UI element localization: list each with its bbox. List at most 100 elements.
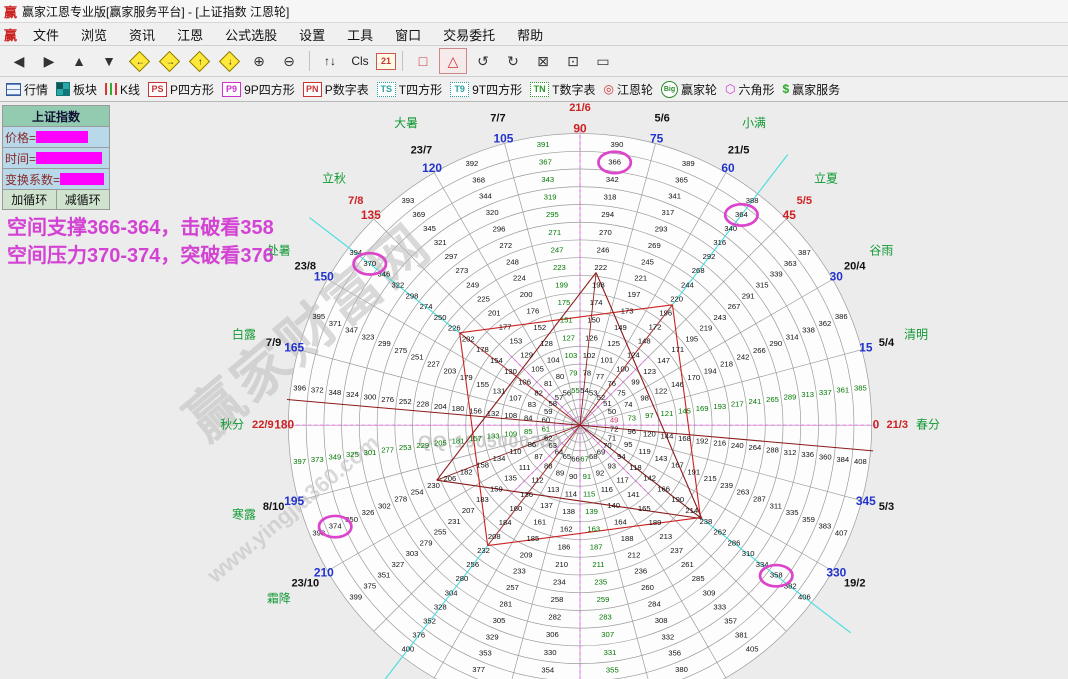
tool-9t-square[interactable]: T99T四方形 [450,81,522,98]
svg-text:233: 233 [513,567,526,576]
menu-item-7[interactable]: 窗口 [384,26,432,45]
svg-text:293: 293 [655,225,668,234]
svg-text:241: 241 [748,397,761,406]
rotate-cw-button[interactable]: ↻ [499,48,527,74]
svg-text:279: 279 [420,538,433,547]
tool-9p-square[interactable]: P99P四方形 [222,81,295,98]
menu-item-1[interactable]: 浏览 [70,26,118,45]
square-tool-button[interactable]: □ [409,48,437,74]
svg-text:385: 385 [854,383,867,392]
calendar-button[interactable]: 21 [376,53,396,70]
svg-text:132: 132 [487,409,500,418]
updown-arrows-button[interactable]: ↑↓ [316,48,344,74]
screen-button[interactable]: ▭ [589,48,617,74]
svg-text:392: 392 [465,159,478,168]
svg-text:52: 52 [597,393,606,402]
menu-item-2[interactable]: 资讯 [118,26,166,45]
zoom-in-button[interactable]: ⊕ [245,48,273,74]
panel-value-field-1[interactable] [36,152,102,164]
tool-gann-wheel[interactable]: ◎江恩轮 [603,81,653,98]
tool-sectors[interactable]: 板块 [56,81,97,98]
svg-text:97: 97 [645,411,654,420]
svg-text:327: 327 [392,560,405,569]
svg-text:295: 295 [546,210,559,219]
svg-text:94: 94 [617,452,626,461]
tool-p-square[interactable]: PSP四方形 [148,81,214,98]
svg-text:405: 405 [746,645,759,654]
nav-next-button[interactable]: ▶ [35,48,63,74]
nav-down-button[interactable]: ▼ [95,48,123,74]
shrink-button[interactable]: ⊡ [559,48,587,74]
svg-text:5/6: 5/6 [654,113,669,125]
svg-text:323: 323 [362,332,375,341]
zoom-out-button[interactable]: ⊖ [275,48,303,74]
menu-item-8[interactable]: 交易委托 [432,26,506,45]
gann-wheel-chart[interactable]: 赢家财富网www.yingjia360.comQQ:19050003604950… [0,102,1068,679]
svg-text:72: 72 [610,425,619,434]
svg-text:7/9: 7/9 [266,337,281,349]
svg-text:252: 252 [399,397,412,406]
svg-text:249: 249 [466,280,479,289]
shift-right-button[interactable]: → [155,48,183,74]
cls-button[interactable]: Cls [346,48,374,74]
svg-text:313: 313 [801,390,814,399]
tool-t-table[interactable]: TNT数字表 [530,81,595,98]
svg-text:298: 298 [406,291,419,300]
stock-name: 上证指数 [3,106,109,127]
svg-text:228: 228 [416,400,429,409]
svg-text:358: 358 [770,571,783,580]
tool-t-square[interactable]: TST四方形 [377,81,442,98]
svg-text:88: 88 [544,462,553,471]
svg-text:5/4: 5/4 [879,337,895,349]
svg-text:180: 180 [452,404,465,413]
shift-up-button[interactable]: ↑ [185,48,213,74]
box-x-button[interactable]: ⊠ [529,48,557,74]
menu-item-9[interactable]: 帮助 [506,26,554,45]
svg-text:155: 155 [476,380,489,389]
9t-square-icon: T9 [450,82,469,97]
tool-winner-wheel[interactable]: Big赢家轮 [661,81,717,98]
cycle-button-1[interactable]: 减循环 [57,190,110,209]
svg-text:谷雨: 谷雨 [869,243,893,257]
quotes-label: 行情 [24,81,48,98]
svg-text:80: 80 [556,372,565,381]
shift-down-button[interactable]: ↓ [215,48,243,74]
tool-quotes[interactable]: 行情 [6,81,48,98]
svg-text:133: 133 [487,432,500,441]
svg-text:150: 150 [314,269,334,283]
tool-hexagon[interactable]: ⬡六角形 [725,81,775,98]
tool-kline[interactable]: K线 [105,81,140,98]
svg-text:366: 366 [608,157,621,166]
svg-text:308: 308 [655,616,668,625]
svg-text:283: 283 [599,613,612,622]
menu-item-0[interactable]: 文件 [22,26,70,45]
svg-text:189: 189 [649,518,662,527]
svg-text:264: 264 [748,443,762,452]
panel-value-field-0[interactable] [36,131,88,143]
winner-wheel-label: 赢家轮 [681,81,717,98]
svg-text:372: 372 [311,386,324,395]
menu-item-4[interactable]: 公式选股 [214,26,288,45]
nav-prev-button[interactable]: ◀ [5,48,33,74]
menu-item-3[interactable]: 江恩 [166,26,214,45]
svg-text:373: 373 [311,455,324,464]
triangle-tool-button[interactable]: △ [439,48,467,74]
panel-value-field-2[interactable] [60,173,104,185]
menu-item-5[interactable]: 设置 [288,26,336,45]
menu-item-6[interactable]: 工具 [336,26,384,45]
tool-winner-service[interactable]: $赢家服务 [782,81,840,98]
svg-text:89: 89 [556,468,565,477]
tool-p-table[interactable]: PNP数字表 [303,81,369,98]
svg-text:61: 61 [542,425,551,434]
svg-text:98: 98 [640,393,649,402]
cycle-button-0[interactable]: 加循环 [3,190,57,209]
rotate-ccw-button[interactable]: ↺ [469,48,497,74]
t-table-label: T数字表 [552,81,595,98]
svg-text:229: 229 [416,441,429,450]
nav-up-button[interactable]: ▲ [65,48,93,74]
shift-left-button[interactable]: ← [125,48,153,74]
svg-text:258: 258 [551,595,564,604]
svg-text:140: 140 [607,501,620,510]
svg-text:289: 289 [784,393,797,402]
svg-text:265: 265 [766,395,779,404]
